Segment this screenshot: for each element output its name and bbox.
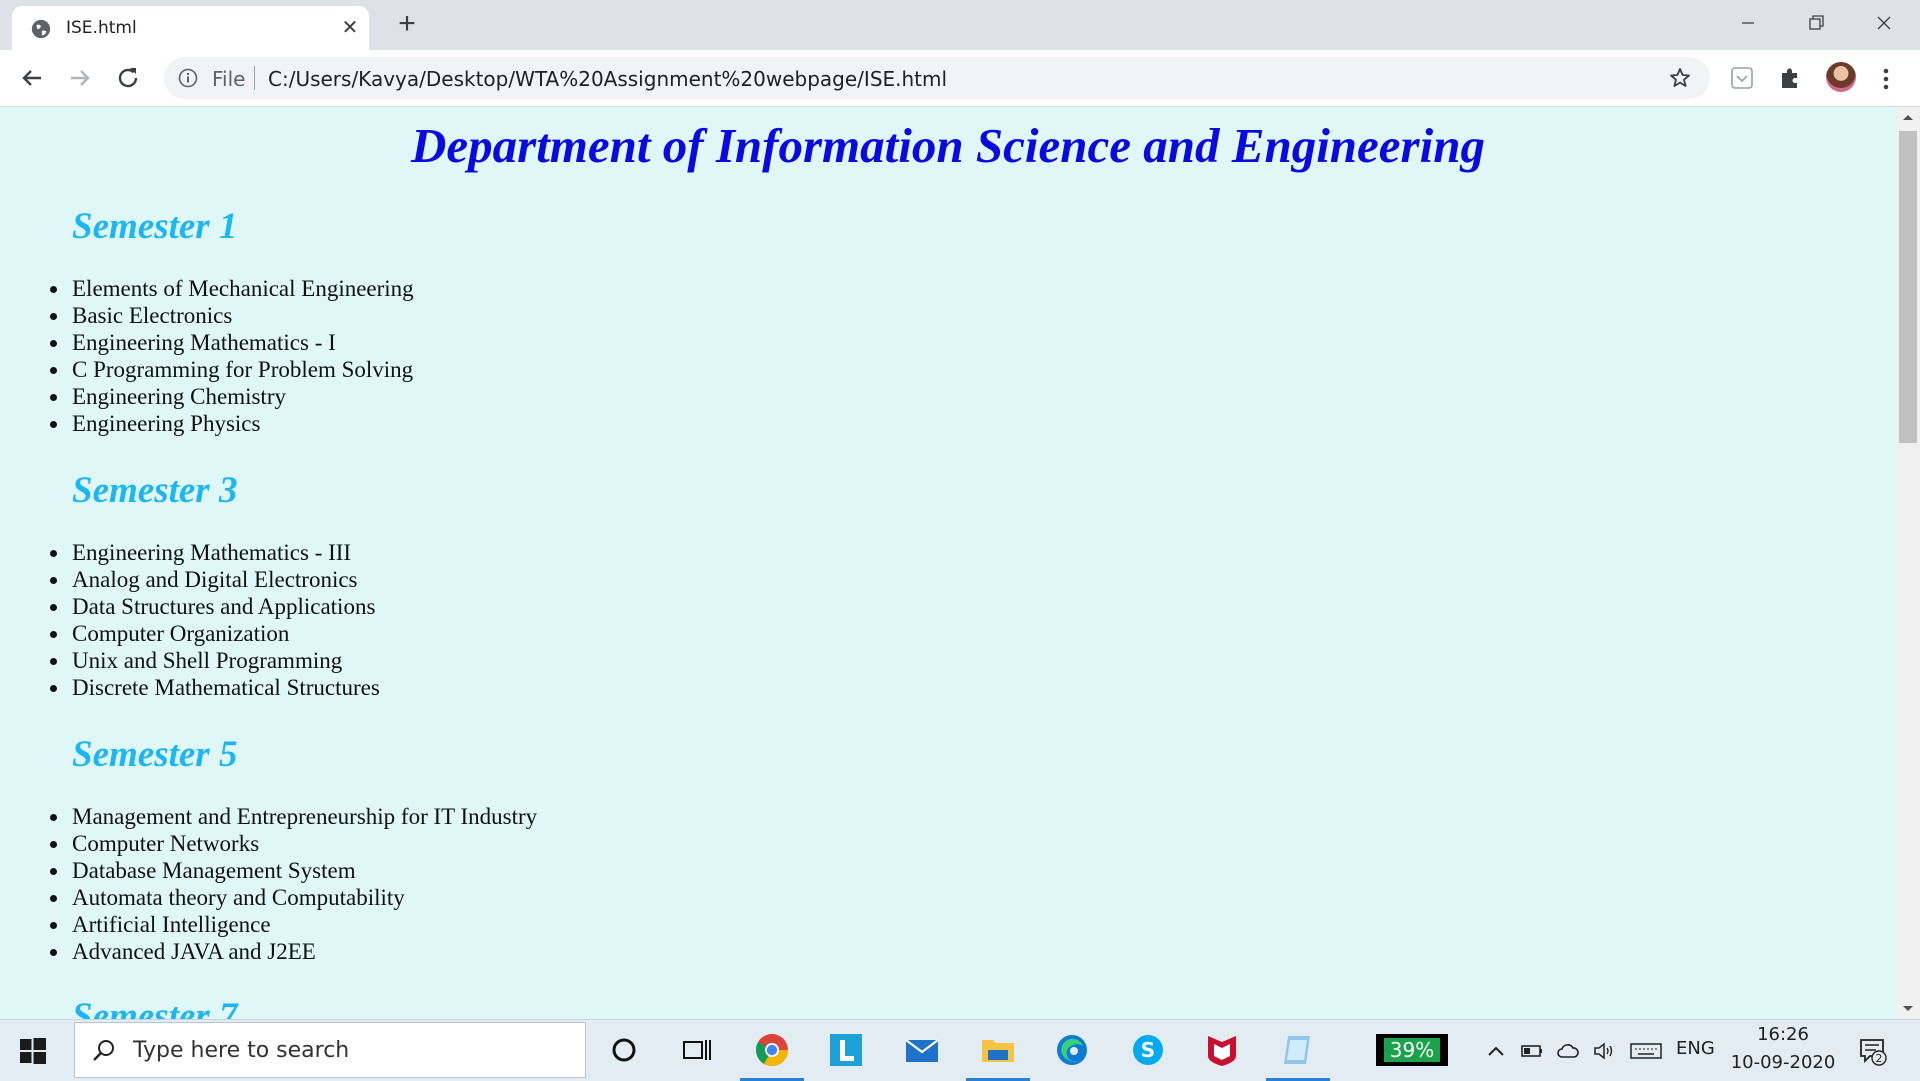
list-item: Analog and Digital Electronics (50, 566, 380, 593)
keyboard-icon[interactable] (1630, 1040, 1662, 1062)
browser-tab[interactable]: ISE.html ✕ (12, 6, 369, 50)
address-bar[interactable]: File C:/Users/Kavya/Desktop/WTA%20Assign… (164, 57, 1710, 99)
list-item: Elements of Mechanical Engineering (50, 276, 414, 301)
notifications-icon[interactable]: 2 (1858, 1036, 1888, 1066)
page-viewport: Department of Information Science and En… (0, 107, 1896, 1019)
semester-heading: Semester 3 (72, 470, 238, 511)
list-item: Artificial Intelligence (49, 911, 537, 938)
list-item: Data Structures and Applications (50, 593, 380, 620)
skype-icon[interactable]: S (1130, 1032, 1166, 1068)
profile-avatar[interactable] (1826, 62, 1856, 92)
minimize-button[interactable] (1728, 8, 1768, 38)
reload-icon[interactable] (112, 62, 144, 94)
list-item: Basic Electronics (50, 302, 414, 329)
file-explorer-icon[interactable] (980, 1032, 1016, 1068)
scrollbar-thumb[interactable] (1899, 131, 1917, 443)
kebab-menu-icon[interactable] (1874, 64, 1898, 94)
url-scheme-label: File (212, 67, 246, 91)
windows-start-icon[interactable] (20, 1038, 46, 1064)
edge-icon[interactable] (1054, 1032, 1090, 1068)
taskbar: Type here to search S 39% ENG 16:26 10-0… (0, 1019, 1920, 1081)
list-item: Engineering Physics (50, 410, 414, 437)
list-item: Engineering Chemistry (50, 383, 414, 410)
battery-percent-badge: 39% (1376, 1034, 1448, 1066)
back-arrow-icon[interactable] (16, 62, 48, 94)
globe-icon (31, 19, 51, 39)
list-item: Management and Entrepreneurship for IT I… (49, 804, 538, 829)
tab-title: ISE.html (66, 18, 137, 38)
search-icon (93, 1040, 114, 1061)
subject-list: Elements of Mechanical Engineering Basic… (50, 275, 414, 437)
clock-time[interactable]: 16:26 (1738, 1024, 1828, 1045)
list-item: Automata theory and Computability (49, 884, 537, 911)
search-placeholder: Type here to search (133, 1038, 350, 1063)
browser-toolbar: File C:/Users/Kavya/Desktop/WTA%20Assign… (0, 50, 1920, 107)
input-language[interactable]: ENG (1676, 1038, 1715, 1059)
mail-icon[interactable] (904, 1032, 940, 1068)
list-item: Engineering Mathematics - I (50, 329, 414, 356)
list-item: Computer Organization (50, 620, 380, 647)
pocket-extension-icon[interactable] (1728, 64, 1756, 92)
chevron-up-icon[interactable] (1484, 1040, 1508, 1062)
onedrive-cloud-icon[interactable] (1556, 1040, 1580, 1062)
vertical-scrollbar[interactable] (1896, 107, 1920, 1019)
page-title: Department of Information Science and En… (410, 118, 1485, 173)
notification-count: 2 (1876, 1052, 1883, 1065)
taskbar-search-box[interactable]: Type here to search (74, 1022, 586, 1078)
scroll-down-arrow-icon[interactable] (1896, 999, 1920, 1019)
tab-close-button[interactable]: ✕ (338, 16, 362, 40)
list-item: Database Management System (49, 857, 537, 884)
extensions-puzzle-icon[interactable] (1776, 64, 1804, 92)
url-text[interactable]: C:/Users/Kavya/Desktop/WTA%20Assignment%… (268, 67, 947, 91)
mcafee-icon[interactable] (1204, 1032, 1240, 1068)
list-item: Advanced JAVA and J2EE (49, 938, 537, 965)
close-window-button[interactable] (1864, 8, 1904, 38)
l-app-icon[interactable] (828, 1032, 864, 1068)
new-tab-button[interactable]: + (392, 9, 422, 40)
cortana-icon[interactable] (606, 1032, 642, 1068)
subject-list: Management and Entrepreneurship for IT I… (49, 803, 538, 965)
subject-list: Engineering Mathematics - III Analog and… (50, 539, 380, 701)
semester-heading: Semester 5 (72, 734, 238, 775)
list-item: Discrete Mathematical Structures (50, 675, 380, 700)
battery-percent: 39% (1383, 1038, 1441, 1062)
omnibox-divider (254, 66, 255, 90)
list-item: C Programming for Problem Solving (50, 357, 414, 382)
info-icon[interactable] (178, 68, 198, 88)
bookmark-star-icon[interactable] (1668, 66, 1692, 90)
restore-button[interactable] (1796, 8, 1836, 38)
list-item: Unix and Shell Programming (50, 647, 380, 674)
scroll-up-arrow-icon[interactable] (1896, 107, 1920, 127)
semester-heading: Semester 7 (72, 996, 238, 1019)
speaker-icon[interactable] (1592, 1040, 1616, 1062)
notepad-icon[interactable] (1280, 1032, 1316, 1068)
list-item: Engineering Mathematics - III (50, 539, 380, 566)
list-item: Computer Networks (49, 830, 537, 857)
forward-arrow-icon[interactable] (64, 62, 96, 94)
task-view-icon[interactable] (678, 1032, 714, 1068)
battery-icon[interactable] (1520, 1040, 1544, 1062)
chrome-icon[interactable] (754, 1032, 790, 1068)
tab-strip: ISE.html ✕ + (0, 0, 1920, 50)
semester-heading: Semester 1 (72, 206, 238, 247)
clock-date[interactable]: 10-09-2020 (1730, 1052, 1836, 1073)
svg-text:S: S (1141, 1038, 1155, 1062)
